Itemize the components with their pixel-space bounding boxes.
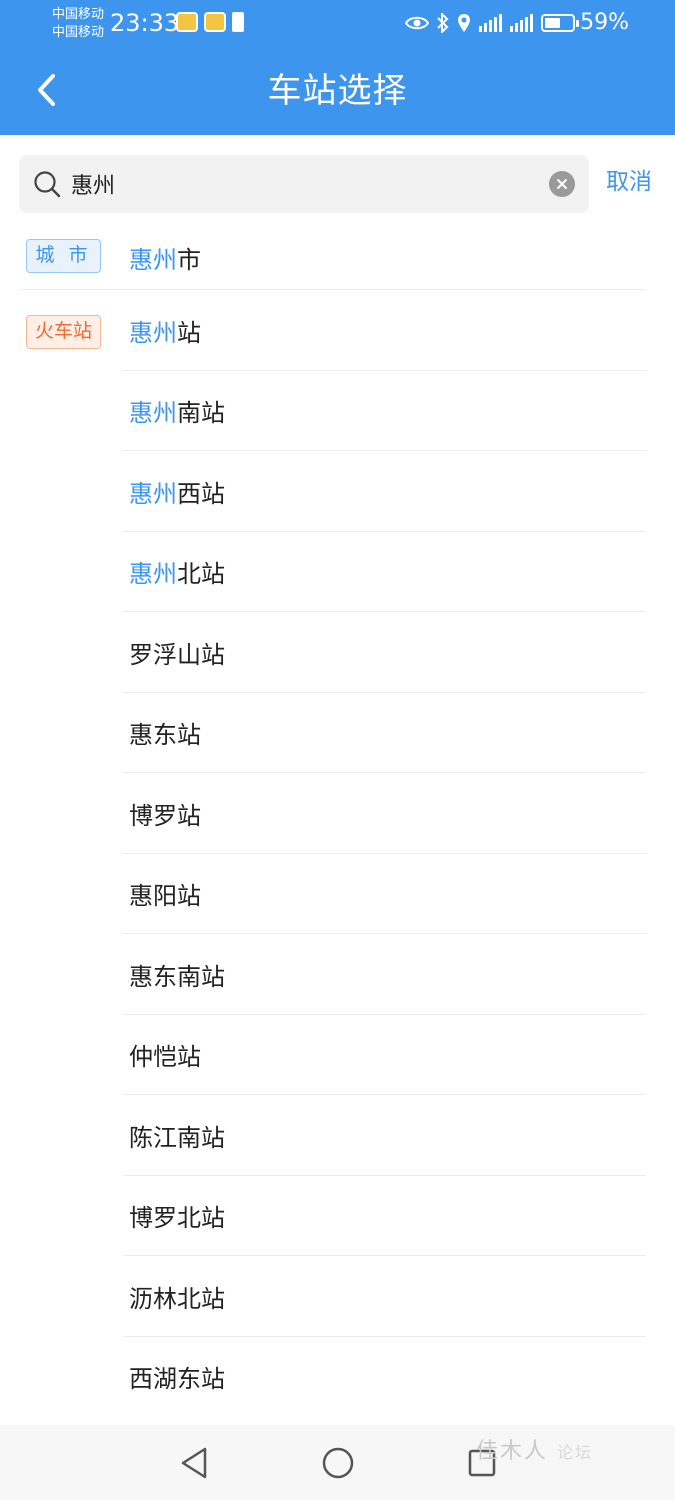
carrier-1: 中国移动 (52, 7, 105, 22)
battery-icon (541, 14, 579, 32)
status-bar: 中国移动 中国移动 23:33 59% (0, 0, 675, 48)
station-item[interactable]: 惠阳站 (0, 854, 675, 934)
location-icon (457, 13, 471, 33)
station-item[interactable]: 仲恺站 (0, 1015, 675, 1095)
carrier-labels: 中国移动 中国移动 (52, 6, 104, 42)
item-label-rest: 惠东南站 (129, 962, 225, 991)
item-label-rest: 沥林北站 (129, 1284, 225, 1313)
alert-icon (232, 12, 244, 32)
watermark-main: 佳木人 (476, 1439, 549, 1464)
app-notification-icon (176, 12, 198, 32)
triangle-back-icon (181, 1447, 207, 1479)
station-item[interactable]: 惠州站 (0, 290, 675, 371)
system-navigation-bar: 佳木人 论坛 (0, 1425, 675, 1500)
item-label-rest: 罗浮山站 (129, 640, 225, 669)
match-highlight: 惠州 (129, 318, 177, 347)
station-item[interactable]: 惠州 西站 (0, 451, 675, 532)
city-result-item[interactable]: 惠州市 (0, 225, 675, 290)
battery-level (545, 18, 561, 28)
item-label-rest: 北站 (177, 560, 225, 589)
cancel-button[interactable]: 取消 (606, 167, 652, 197)
nav-home-button[interactable] (320, 1445, 356, 1481)
match-highlight: 惠州 (129, 560, 177, 589)
item-label-rest: 西湖东站 (129, 1365, 225, 1394)
circle-home-icon (322, 1447, 354, 1479)
clock: 23:33 (110, 9, 180, 37)
search-input[interactable] (71, 165, 531, 203)
item-label-rest: 西站 (177, 479, 225, 508)
carrier-2: 中国移动 (52, 25, 105, 40)
station-item[interactable]: 惠州 北站 (0, 532, 675, 612)
search-row: 取消 (0, 135, 675, 225)
station-item[interactable]: 罗浮山站 (0, 612, 675, 693)
app-notification-icon (204, 12, 226, 32)
match-highlight: 惠州 (129, 479, 177, 508)
search-icon (34, 171, 61, 198)
item-label-rest: 惠东站 (129, 721, 201, 750)
watermark: 佳木人 论坛 (476, 1433, 593, 1465)
station-item[interactable]: 惠东站 (0, 693, 675, 773)
signal-4g-icon (510, 14, 533, 32)
battery-percent: 59% (580, 10, 629, 35)
station-item[interactable]: 惠东南站 (0, 934, 675, 1015)
item-label-rest: 惠阳站 (129, 882, 201, 911)
item-label-rest: 博罗站 (129, 801, 201, 830)
match-highlight: 惠州 (129, 399, 177, 428)
item-label-rest: 市 (177, 246, 201, 274)
page-title: 车站选择 (267, 71, 408, 111)
station-item[interactable]: 西湖东站 (0, 1337, 675, 1418)
nav-back-button[interactable] (176, 1445, 212, 1481)
station-item[interactable]: 惠州 南站 (0, 371, 675, 451)
item-label-rest: 南站 (177, 399, 225, 428)
item-label-rest: 陈江南站 (129, 1123, 225, 1152)
station-item[interactable]: 博罗站 (0, 773, 675, 854)
search-box[interactable] (19, 155, 589, 213)
watermark-sub: 论坛 (557, 1443, 594, 1462)
signal-5g-icon (479, 14, 502, 32)
station-item[interactable]: 陈江南站 (0, 1095, 675, 1176)
title-bar: 车站选择 (0, 48, 675, 135)
item-label-rest: 站 (177, 318, 201, 347)
app-header: 中国移动 中国移动 23:33 59% 车站选择 (0, 0, 675, 135)
notification-icons (176, 12, 244, 32)
station-item[interactable]: 博罗北站 (0, 1176, 675, 1256)
station-item[interactable]: 沥林北站 (0, 1256, 675, 1337)
bluetooth-icon (437, 13, 449, 33)
clear-search-button[interactable] (549, 171, 575, 197)
eye-icon (405, 15, 429, 31)
item-label-rest: 仲恺站 (129, 1043, 201, 1072)
status-icons (405, 10, 579, 36)
close-icon (557, 179, 567, 189)
match-highlight: 惠州 (129, 246, 177, 274)
results-list: 城 市 火车站 惠州市 惠州站 惠州 南站 惠州 西站 惠州 北站 罗浮山站 惠东站 … (0, 225, 675, 1417)
item-label-rest: 博罗北站 (129, 1204, 225, 1233)
